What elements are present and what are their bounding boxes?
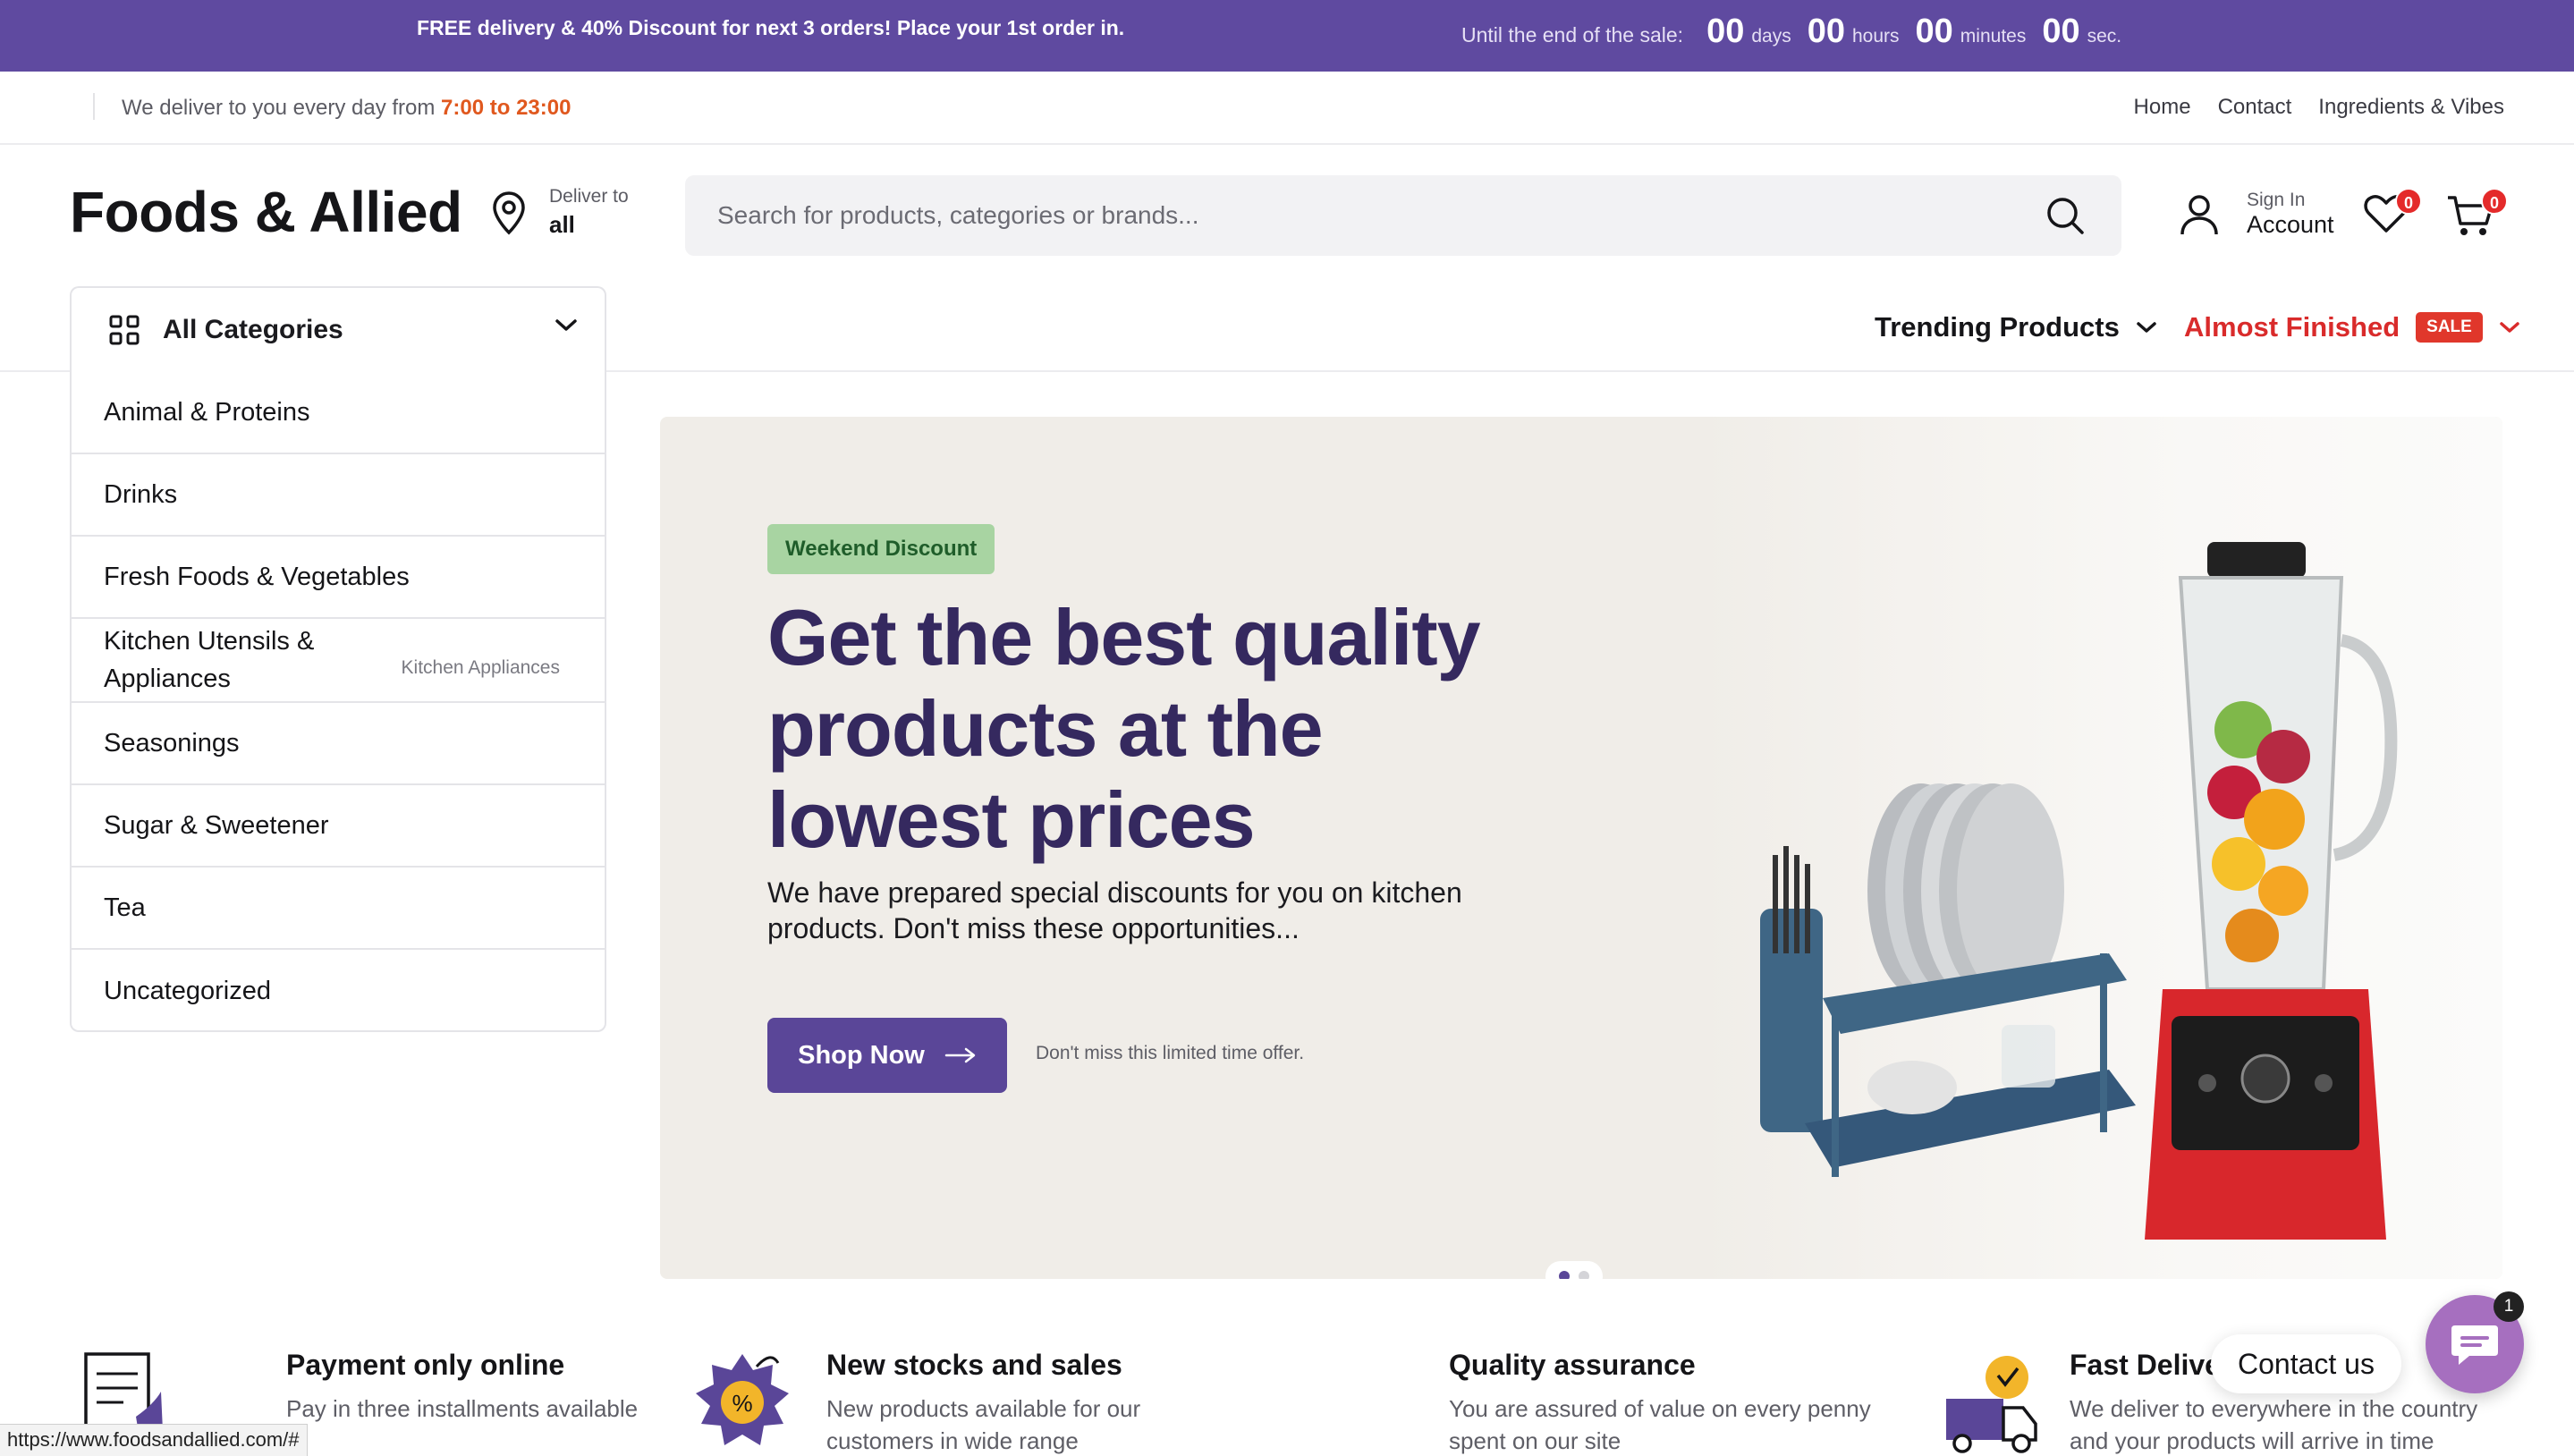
slider-dot[interactable] — [1579, 1271, 1589, 1279]
search-icon[interactable] — [2045, 195, 2086, 236]
delivery-hours-text: We deliver to you every day from 7:00 to… — [122, 96, 571, 121]
wishlist-button[interactable]: 0 — [2363, 188, 2422, 239]
contact-chat-button[interactable]: 1 — [2426, 1291, 2524, 1393]
shop-now-label: Shop Now — [798, 1040, 925, 1070]
feature-title: Payment only online — [286, 1349, 565, 1381]
grid-icon — [109, 315, 140, 345]
account-label: Account — [2247, 211, 2334, 238]
dish-rack-illustration — [1760, 783, 2136, 1177]
category-label: Kitchen Utensils & Appliances — [104, 627, 315, 693]
shop-now-button[interactable]: Shop Now — [767, 1018, 1007, 1093]
hero-slider: Weekend Discount Get the best quality pr… — [660, 417, 2502, 1279]
user-icon — [2180, 194, 2218, 234]
category-item[interactable]: Fresh Foods & Vegetables — [72, 537, 605, 619]
sign-in-label: Sign In — [2247, 190, 2306, 210]
subcategory-label[interactable]: Kitchen Appliances — [402, 649, 560, 687]
countdown-label: Until the end of the sale: — [1461, 23, 1684, 47]
link-home[interactable]: Home — [2134, 95, 2191, 120]
contact-us-label[interactable]: Contact us — [2211, 1334, 2401, 1393]
site-logo[interactable]: Foods & Allied — [70, 179, 462, 245]
feature-desc: You are assured of value on every penny … — [1449, 1395, 1871, 1454]
promo-bar: FREE delivery & 40% Discount for next 3 … — [0, 0, 2574, 72]
category-item[interactable]: Drinks — [72, 454, 605, 537]
feature-new-stocks: New stocks and sales New products availa… — [826, 1349, 1184, 1456]
category-label: Animal & Proteins — [104, 397, 310, 427]
countdown-seconds-unit: sec. — [2087, 26, 2122, 47]
trending-products-label: Trending Products — [1875, 311, 2120, 343]
cart-count-badge: 0 — [2481, 188, 2508, 215]
almost-finished-label: Almost Finished — [2184, 311, 2400, 343]
top-links: Home Contact Ingredients & Vibes — [2134, 95, 2504, 120]
info-bar: We deliver to you every day from 7:00 to… — [0, 72, 2574, 145]
countdown-seconds: 00 — [2042, 13, 2080, 50]
account-link[interactable]: Sign In Account — [2179, 190, 2334, 239]
deliver-to-value: all — [549, 211, 575, 238]
limited-offer-note: Don't miss this limited time offer. — [1036, 1043, 1305, 1063]
feature-desc: New products available for our customers… — [826, 1395, 1141, 1454]
feature-quality: Quality assurance You are assured of val… — [1449, 1349, 1896, 1456]
link-contact[interactable]: Contact — [2218, 95, 2292, 120]
countdown-days-unit: days — [1751, 26, 1791, 47]
delivery-truck-icon — [1946, 1356, 2037, 1453]
category-list: Animal & Proteins Drinks Fresh Foods & V… — [70, 372, 606, 1032]
category-item[interactable]: Animal & Proteins — [72, 372, 605, 454]
status-bar-url: https://www.foodsandallied.com/# — [0, 1424, 308, 1456]
category-label: Sugar & Sweetener — [104, 810, 329, 840]
countdown-hours-unit: hours — [1851, 26, 1900, 47]
countdown-days: 00 — [1706, 13, 1745, 50]
category-item[interactable]: Seasonings — [72, 703, 605, 785]
hero-headline: Get the best quality products at the low… — [767, 593, 1481, 864]
sale-countdown: Until the end of the sale: 00 days 00 ho… — [1461, 13, 2138, 51]
blender-illustration — [2145, 542, 2398, 1240]
deliver-to-label: Deliver to — [549, 186, 629, 207]
arrow-right-icon — [944, 1047, 976, 1063]
category-label: Uncategorized — [104, 976, 271, 1005]
almost-finished-menu[interactable]: Almost Finished SALE — [2184, 311, 2520, 343]
all-categories-toggle[interactable]: All Categories — [70, 286, 606, 372]
category-label: Tea — [104, 893, 146, 922]
search-input[interactable] — [717, 197, 1969, 234]
weekend-discount-tag: Weekend Discount — [767, 524, 995, 574]
wishlist-count-badge: 0 — [2395, 188, 2422, 215]
cart-button[interactable]: 0 — [2445, 188, 2508, 242]
chevron-down-icon — [555, 319, 577, 331]
chevron-down-icon — [2137, 322, 2156, 333]
feature-payment: Payment only online Pay in three install… — [286, 1349, 662, 1425]
chevron-down-icon — [2500, 322, 2519, 333]
feature-title: Quality assurance — [1449, 1349, 1696, 1381]
countdown-hours: 00 — [1807, 13, 1845, 50]
delivery-hours-prefix: We deliver to you every day from — [122, 96, 442, 120]
countdown-minutes-unit: minutes — [1960, 26, 2027, 47]
category-item[interactable]: Tea — [72, 868, 605, 950]
all-categories-label: All Categories — [163, 315, 343, 344]
svg-text:%: % — [732, 1390, 752, 1417]
category-item[interactable]: Kitchen Utensils & Appliances Kitchen Ap… — [72, 619, 605, 703]
feature-desc: We deliver to everywhere in the country … — [2070, 1395, 2478, 1454]
slider-dot-active[interactable] — [1559, 1271, 1570, 1279]
chat-bubble-icon — [2451, 1325, 2498, 1365]
trending-products-menu[interactable]: Trending Products — [1875, 311, 2157, 343]
feature-desc: Pay in three installments available — [286, 1395, 639, 1422]
deliver-to-selector[interactable]: Deliver to all — [488, 186, 629, 239]
slider-dots — [1545, 1261, 1603, 1279]
divider — [93, 93, 95, 120]
category-item[interactable]: Sugar & Sweetener — [72, 785, 605, 868]
delivery-hours-value: 7:00 to 23:00 — [441, 96, 572, 120]
discount-tag-icon: % — [696, 1354, 789, 1445]
link-ingredients-vibes[interactable]: Ingredients & Vibes — [2318, 95, 2504, 120]
category-label: Fresh Foods & Vegetables — [104, 562, 410, 591]
promo-text: FREE delivery & 40% Discount for next 3 … — [417, 16, 1125, 39]
contact-notification-badge: 1 — [2494, 1291, 2524, 1322]
category-item[interactable]: Uncategorized — [72, 950, 605, 1032]
category-label: Seasonings — [104, 728, 240, 758]
search-bar — [685, 175, 2121, 256]
feature-icon-wrap — [1934, 1352, 2041, 1456]
sale-badge: SALE — [2416, 312, 2483, 343]
feature-icon-wrap: % — [689, 1350, 796, 1456]
hero-description: We have prepared special discounts for y… — [767, 876, 1462, 944]
countdown-minutes: 00 — [1915, 13, 1953, 50]
category-label: Drinks — [104, 479, 178, 509]
feature-title: New stocks and sales — [826, 1349, 1122, 1381]
location-pin-icon — [493, 190, 525, 234]
